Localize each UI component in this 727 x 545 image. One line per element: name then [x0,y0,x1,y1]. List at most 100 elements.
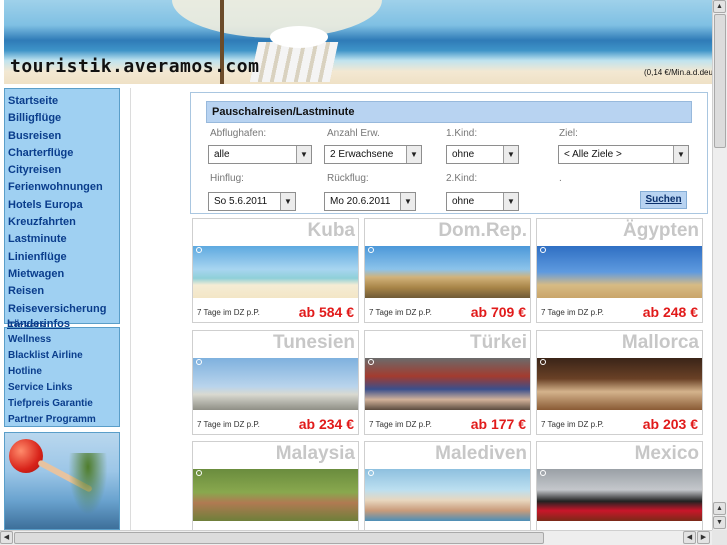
nav-item-hotline[interactable]: Hotline [8,364,119,380]
offer-stay-info: 7 Tage im DZ p.P. [369,420,432,429]
nav-item-billigfluege[interactable]: Billigflüge [8,110,119,127]
vertical-scroll-thumb[interactable] [714,14,726,148]
return-date-select[interactable]: Mo 20.6.2011 ▼ [324,192,416,211]
horizontal-scrollbar[interactable]: ◀ ◀ ▶ [0,530,712,545]
nav-item-mietwagen[interactable]: Mietwagen [8,266,119,283]
chevron-down-icon: ▼ [503,146,518,163]
primary-nav: Startseite Billigflüge Busreisen Charter… [4,88,120,332]
offer-card-tunesien[interactable]: Tunesien 7 Tage im DZ p.P. ab 234 € [192,330,359,435]
offer-card-mallorca[interactable]: Mallorca 7 Tage im DZ p.P. ab 203 € [536,330,703,435]
label-abflughafen: Abflughafen: [210,128,267,139]
offer-image-tunesien[interactable] [193,358,358,410]
nav-item-startseite[interactable]: Startseite [8,93,119,110]
offer-destination-name: Tunesien [273,332,355,353]
offer-price[interactable]: ab 203 € [643,416,698,432]
child1-select[interactable]: ohne ▼ [446,145,519,164]
copyright-icon [540,470,546,476]
offer-card-kuba[interactable]: Kuba 7 Tage im DZ p.P. ab 584 € [192,218,359,323]
nav-item-lastminute[interactable]: Lastminute [8,231,119,248]
offer-price[interactable]: ab 584 € [299,304,354,320]
scroll-down-arrow-icon[interactable]: ▼ [713,516,726,529]
vertical-scrollbar[interactable]: ▲ ▲ ▼ [712,0,727,530]
nav-item-partner-programm[interactable]: Partner Programm [8,412,119,428]
label-kind-1: 1.Kind: [446,128,478,139]
offer-image-mexico[interactable] [537,469,702,521]
scroll-right-arrow-icon[interactable]: ▶ [697,531,710,544]
scroll-left-arrow-icon[interactable]: ◀ [0,531,13,544]
nav-item-service-links[interactable]: Service Links [8,380,119,396]
copyright-icon [196,247,202,253]
promo-ball-graphic [9,439,43,473]
label-ziel: Ziel: [559,128,578,139]
sidebar-promo-image[interactable] [4,432,120,530]
copyright-icon [368,470,374,476]
offer-image-kuba[interactable] [193,246,358,298]
chevron-down-icon: ▼ [406,146,421,163]
adults-select-value: 2 Erwachsene [330,149,394,160]
offer-destination-name: Ägypten [623,220,699,241]
horizontal-scroll-thumb[interactable] [14,532,544,544]
outbound-date-select[interactable]: So 5.6.2011 ▼ [208,192,296,211]
nav-item-tiefpreis-garantie[interactable]: Tiefpreis Garantie [8,396,119,412]
child2-select-value: ohne [452,196,475,207]
offer-destination-name: Türkei [469,332,527,353]
search-submit-button[interactable]: Suchen [640,191,687,209]
banner-deck-chair [249,42,339,82]
offer-card-aegypten[interactable]: Ägypten 7 Tage im DZ p.P. ab 248 € [536,218,703,323]
offer-stay-info: 7 Tage im DZ p.P. [369,308,432,317]
offer-image-tuerkei[interactable] [365,358,530,410]
copyright-icon [368,359,374,365]
nav-item-kreuzfahrten[interactable]: Kreuzfahrten [8,214,119,231]
label-hinflug: Hinflug: [210,173,244,184]
label-rueckflug: Rückflug: [327,173,369,184]
offer-destination-name: Kuba [307,220,356,241]
nav-item-cityreisen[interactable]: Cityreisen [8,162,119,179]
nav-item-reiseversicherung[interactable]: Reiseversicherung [8,301,119,318]
chevron-down-icon: ▼ [673,146,688,163]
promo-palm-graphic [65,453,111,523]
nav-item-ferienwohnungen[interactable]: Ferienwohnungen [8,179,119,196]
scroll-up-arrow-icon[interactable]: ▲ [713,502,726,515]
offer-price[interactable]: ab 177 € [471,416,526,432]
offer-stay-info: 7 Tage im DZ p.P. [541,308,604,317]
offer-price[interactable]: ab 709 € [471,304,526,320]
chevron-down-icon: ▼ [400,193,415,210]
offer-stay-info: 7 Tage im DZ p.P. [541,420,604,429]
offer-card-dom-rep[interactable]: Dom.Rep. 7 Tage im DZ p.P. ab 709 € [364,218,531,323]
scrollbar-corner [712,530,727,545]
header-banner: touristik.averamos.com (0,14 €/Min.a.d.d… [4,0,712,84]
offer-card-tuerkei[interactable]: Türkei 7 Tage im DZ p.P. ab 177 € [364,330,531,435]
chevron-down-icon: ▼ [280,193,295,210]
offer-stay-info: 7 Tage im DZ p.P. [197,420,260,429]
offer-price[interactable]: ab 234 € [299,416,354,432]
offer-image-aegypten[interactable] [537,246,702,298]
offer-image-malaysia[interactable] [193,469,358,521]
chevron-down-icon: ▼ [296,146,311,163]
scroll-up-arrow-icon[interactable]: ▲ [713,0,726,13]
label-anzahl-erw: Anzahl Erw. [327,128,380,139]
nav-item-charterfluege[interactable]: Charterflüge [8,145,119,162]
nav-item-hotels-europa[interactable]: Hotels Europa [8,197,119,214]
site-title: touristik.averamos.com [10,56,260,77]
offer-image-malediven[interactable] [365,469,530,521]
nav-item-busreisen[interactable]: Busreisen [8,128,119,145]
offer-image-mallorca[interactable] [537,358,702,410]
copyright-icon [368,247,374,253]
nav-item-linienfluege[interactable]: Linienflüge [8,249,119,266]
destination-select[interactable]: < Alle Ziele > ▼ [558,145,689,164]
nav-item-laenderinfos[interactable]: Länderinfos [7,318,70,330]
child2-select[interactable]: ohne ▼ [446,192,519,211]
adults-select[interactable]: 2 Erwachsene ▼ [324,145,422,164]
nav-item-reisen[interactable]: Reisen [8,283,119,300]
offer-destination-name: Mexico [634,443,699,464]
nav-item-blacklist-airline[interactable]: Blacklist Airline [8,348,119,364]
airport-select-value: alle [214,149,230,160]
chevron-down-icon: ▼ [503,193,518,210]
nav-item-wellness[interactable]: Wellness [8,332,119,348]
copyright-icon [196,359,202,365]
scroll-left-arrow-icon[interactable]: ◀ [683,531,696,544]
offer-image-dom-rep[interactable] [365,246,530,298]
outbound-date-value: So 5.6.2011 [214,196,268,207]
offer-price[interactable]: ab 248 € [643,304,698,320]
airport-select[interactable]: alle ▼ [208,145,312,164]
